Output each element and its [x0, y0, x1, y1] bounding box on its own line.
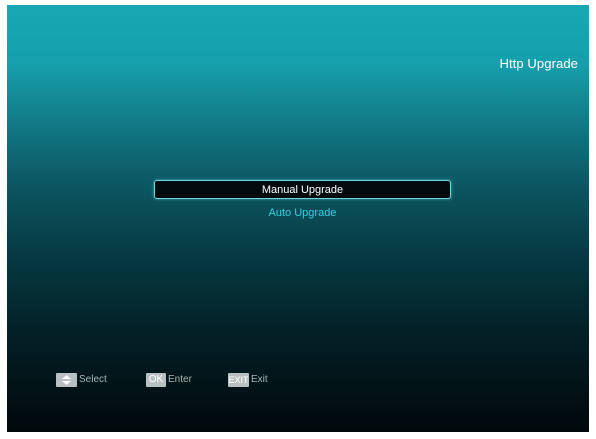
footer-hint-select: Select — [56, 372, 107, 387]
up-down-arrows-icon — [56, 372, 77, 387]
page-title: Http Upgrade — [499, 56, 578, 71]
upgrade-screen: Http Upgrade Manual Upgrade Auto Upgrade… — [7, 5, 589, 432]
footer-hint-exit: EXIT Exit — [228, 372, 268, 387]
footer-select-label: Select — [79, 374, 107, 385]
exit-key-icon: EXIT — [228, 372, 249, 387]
menu-item-manual-upgrade[interactable]: Manual Upgrade — [154, 180, 451, 199]
footer-enter-label: Enter — [168, 374, 192, 385]
footer-exit-label: Exit — [251, 374, 268, 385]
ok-key-icon: OK — [146, 372, 166, 387]
footer-hint-enter: OK Enter — [146, 372, 192, 387]
menu-item-auto-upgrade[interactable]: Auto Upgrade — [154, 204, 451, 223]
